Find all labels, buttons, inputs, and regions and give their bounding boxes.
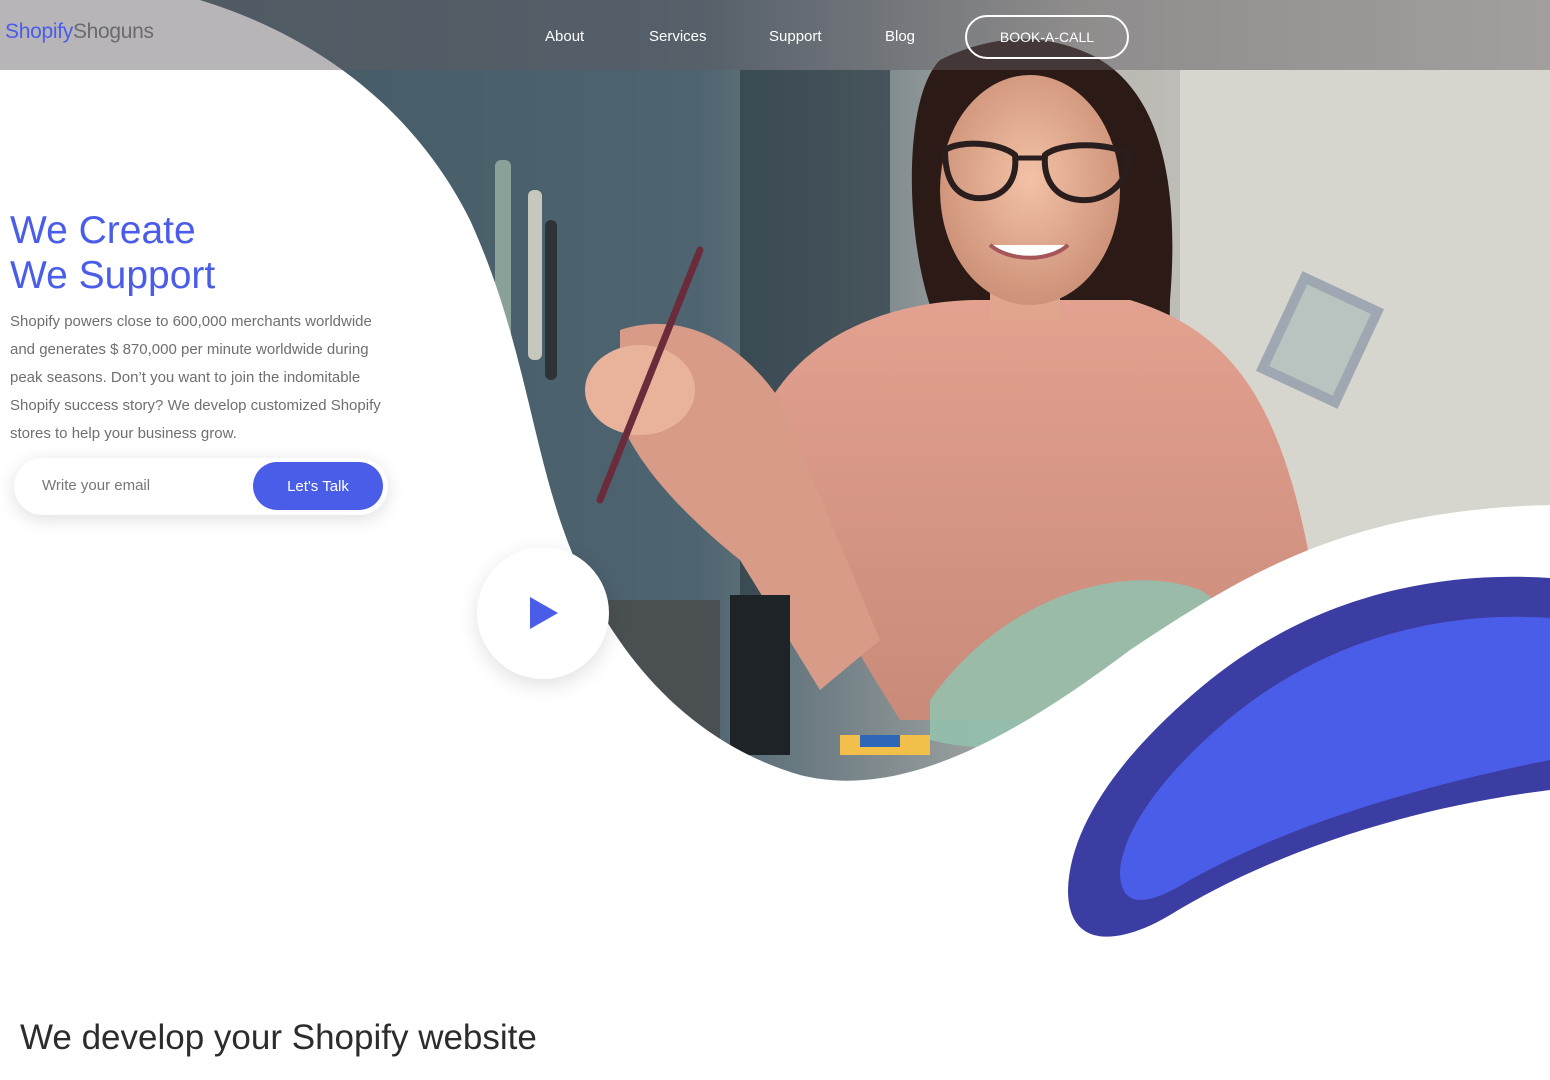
hero-headline: We Create We Support <box>10 208 215 298</box>
brand-logo[interactable]: ShopifyShoguns <box>5 20 154 44</box>
logo-part-shopify: Shopify <box>5 20 73 43</box>
play-video-button[interactable] <box>477 547 609 679</box>
nav-link-support[interactable]: Support <box>769 28 822 45</box>
decorative-blob <box>1068 576 1550 937</box>
nav-link-services[interactable]: Services <box>649 28 707 45</box>
email-signup-form: Let's Talk <box>14 458 388 515</box>
headline-line-2: We Support <box>10 254 216 297</box>
nav-link-about[interactable]: About <box>545 28 584 45</box>
logo-part-shoguns: Shoguns <box>72 20 154 43</box>
top-navbar: ShopifyShoguns About Services Support Bl… <box>0 0 1550 70</box>
section-title: We develop your Shopify website <box>20 1018 537 1057</box>
book-a-call-button[interactable]: BOOK-A-CALL <box>965 15 1129 59</box>
headline-line-1: We Create <box>10 209 196 252</box>
hero-paragraph: Shopify powers close to 600,000 merchant… <box>10 313 381 442</box>
lets-talk-button[interactable]: Let's Talk <box>253 462 383 510</box>
nav-link-blog[interactable]: Blog <box>885 28 915 45</box>
email-input[interactable] <box>40 476 254 495</box>
play-icon <box>530 597 558 629</box>
